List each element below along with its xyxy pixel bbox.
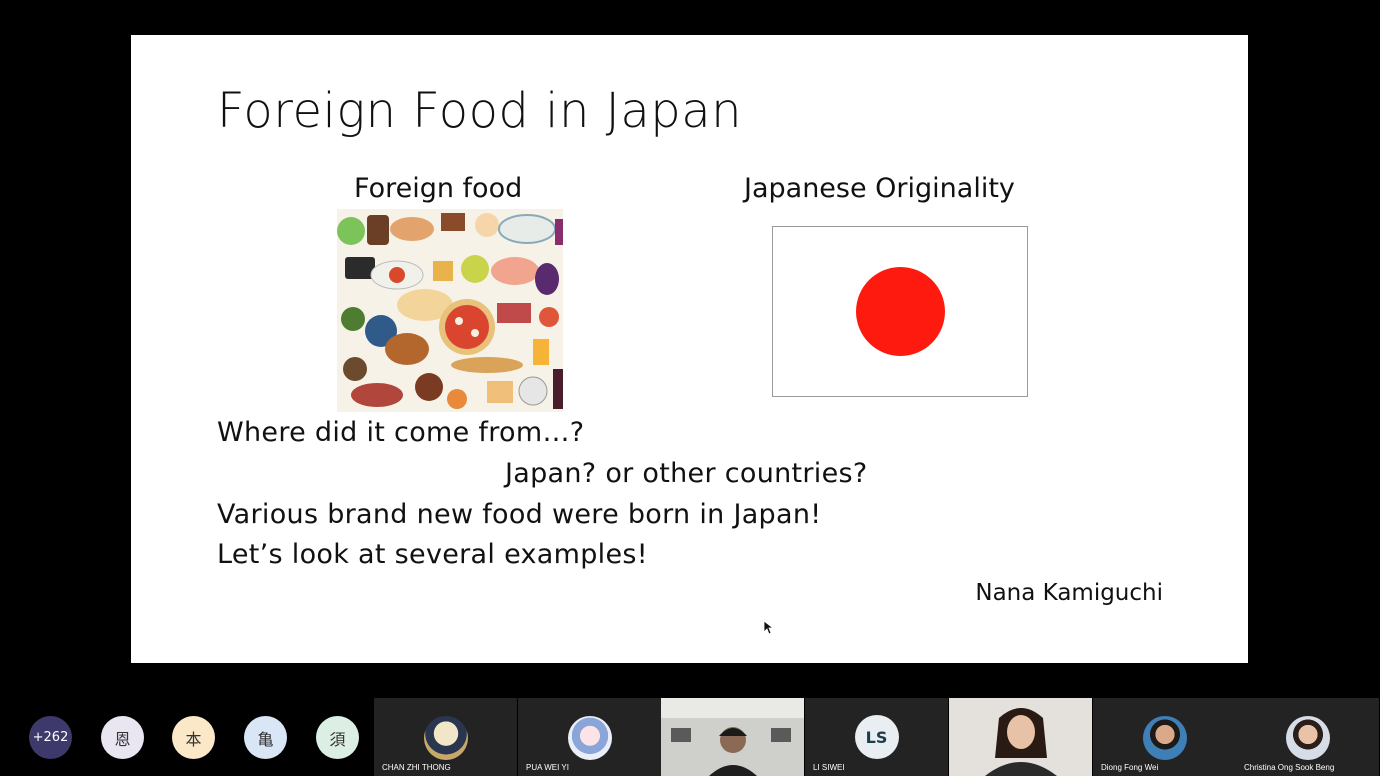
slide-line-4: Let’s look at several examples!: [217, 539, 648, 570]
participant-tile[interactable]: Christina Ong Sook Beng: [1236, 698, 1379, 776]
flag-red-disc: [856, 267, 945, 356]
slide-author: Nana Kamiguchi: [975, 580, 1163, 606]
heading-foreign-food: Foreign food: [354, 173, 523, 204]
heading-japanese-originality: Japanese Originality: [744, 173, 1015, 204]
participant-tile[interactable]: Diong Fong Wei: [1093, 698, 1236, 776]
participant-tile[interactable]: PUA WEI YI: [518, 698, 661, 776]
avatar: [1285, 716, 1330, 760]
more-participants-button[interactable]: +262: [29, 716, 72, 759]
participant-name: Christina Ong Sook Beng: [1244, 763, 1335, 772]
participant-tile[interactable]: CHAN ZHI THONG: [374, 698, 517, 776]
video-feed: [949, 698, 1092, 776]
avatar: [567, 716, 612, 760]
avatar: [423, 716, 468, 760]
participant-name: CHAN ZHI THONG: [382, 763, 451, 772]
video-feed: [661, 698, 804, 776]
food-illustration: [337, 209, 563, 412]
japan-flag-image: [772, 226, 1028, 397]
participant-avatar[interactable]: 恩: [101, 716, 144, 759]
slide-line-2: Japan? or other countries?: [505, 458, 868, 489]
participant-avatar[interactable]: 本: [172, 716, 215, 759]
avatar: LS: [854, 715, 899, 759]
participant-tile[interactable]: LS LI SIWEI: [805, 698, 948, 776]
shared-slide: Foreign Food in Japan Foreign food Japan…: [131, 35, 1248, 663]
food-collage-image: [337, 209, 563, 412]
participant-avatar[interactable]: 須: [316, 716, 359, 759]
participant-name: LI SIWEI: [813, 763, 845, 772]
meeting-stage: Foreign Food in Japan Foreign food Japan…: [0, 0, 1380, 776]
avatar: [1142, 716, 1187, 760]
participant-video-tile[interactable]: [661, 698, 804, 776]
slide-line-3: Various brand new food were born in Japa…: [217, 499, 822, 530]
slide-title: Foreign Food in Japan: [217, 83, 743, 139]
participant-video-tile[interactable]: [949, 698, 1092, 776]
slide-line-1: Where did it come from…?: [217, 417, 585, 448]
participant-avatar[interactable]: 亀: [244, 716, 287, 759]
mouse-pointer-icon: [764, 621, 774, 635]
participant-strip: +262 恩 本 亀 須 CHAN ZHI THONG PUA WEI YI L…: [0, 698, 1380, 776]
participant-name: PUA WEI YI: [526, 763, 569, 772]
participant-name: Diong Fong Wei: [1101, 763, 1159, 772]
